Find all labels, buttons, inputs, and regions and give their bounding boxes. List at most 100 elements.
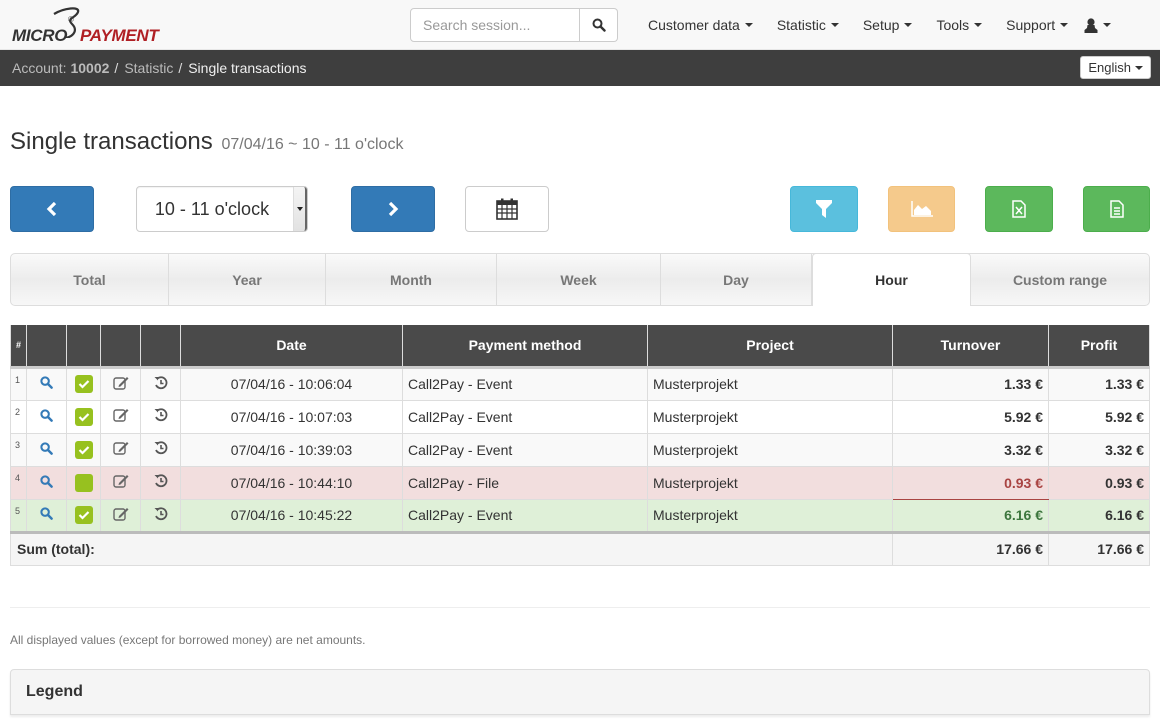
edit-button[interactable] bbox=[100, 432, 141, 467]
row-index: 3 bbox=[10, 432, 27, 467]
tab-hour[interactable]: Hour bbox=[812, 253, 971, 306]
row-checkbox[interactable] bbox=[66, 366, 101, 401]
cell-turnover: 0.93 € bbox=[892, 465, 1049, 500]
cell-turnover: 6.16 € bbox=[892, 498, 1049, 533]
column-header-edit bbox=[100, 325, 141, 369]
history-button[interactable] bbox=[140, 465, 181, 500]
column-header-date[interactable]: Date bbox=[180, 325, 403, 369]
column-header-profit[interactable]: Profit bbox=[1048, 325, 1150, 369]
history-icon bbox=[154, 506, 167, 520]
chart-button[interactable] bbox=[888, 186, 955, 232]
breadcrumb-separator: / bbox=[178, 60, 183, 76]
sum-turnover: 17.66 € bbox=[892, 530, 1049, 566]
next-hour-button[interactable] bbox=[351, 186, 435, 232]
nav-support[interactable]: Support bbox=[994, 0, 1080, 50]
cell-turnover: 5.92 € bbox=[892, 399, 1049, 434]
nav-tools[interactable]: Tools bbox=[924, 0, 994, 50]
legend-panel[interactable]: Legend bbox=[10, 669, 1150, 715]
breadcrumb-account-label: Account: bbox=[12, 60, 67, 76]
cell-date: 07/04/16 - 10:06:04 bbox=[180, 366, 403, 401]
filter-button[interactable] bbox=[790, 186, 858, 232]
column-header-history bbox=[140, 325, 181, 369]
row-checkbox[interactable] bbox=[66, 432, 101, 467]
search-input[interactable] bbox=[410, 8, 580, 42]
edit-button[interactable] bbox=[100, 399, 141, 434]
period-tabs: Total Year Month Week Day Hour Custom ra… bbox=[10, 253, 1150, 306]
edit-button[interactable] bbox=[100, 498, 141, 533]
nav-customer-data[interactable]: Customer data bbox=[636, 0, 765, 50]
column-header-project[interactable]: Project bbox=[647, 325, 893, 369]
cell-turnover: 3.32 € bbox=[892, 432, 1049, 467]
document-icon bbox=[1109, 200, 1124, 218]
breadcrumb-current: Single transactions bbox=[188, 60, 307, 76]
previous-hour-button[interactable] bbox=[10, 186, 94, 232]
checkbox[interactable] bbox=[74, 506, 93, 525]
history-button[interactable] bbox=[140, 498, 181, 533]
search-icon bbox=[40, 408, 53, 422]
calendar-icon bbox=[496, 198, 518, 220]
tab-day[interactable]: Day bbox=[661, 254, 812, 305]
edit-button[interactable] bbox=[100, 465, 141, 500]
caret-down-icon bbox=[1103, 23, 1112, 27]
details-button[interactable] bbox=[26, 432, 67, 467]
search-button[interactable] bbox=[580, 8, 618, 42]
cell-payment-method: Call2Pay - Event bbox=[402, 366, 648, 401]
column-header-payment-method[interactable]: Payment method bbox=[402, 325, 648, 369]
checkbox[interactable] bbox=[74, 407, 93, 426]
details-button[interactable] bbox=[26, 399, 67, 434]
checkmark-icon bbox=[78, 412, 89, 422]
edit-icon bbox=[112, 409, 128, 422]
cell-payment-method: Call2Pay - Event bbox=[402, 432, 648, 467]
details-button[interactable] bbox=[26, 366, 67, 401]
user-menu[interactable] bbox=[1080, 0, 1123, 50]
details-button[interactable] bbox=[26, 465, 67, 500]
cell-project: Musterprojekt bbox=[647, 399, 893, 434]
row-checkbox[interactable] bbox=[66, 498, 101, 533]
language-select[interactable]: English bbox=[1080, 56, 1151, 79]
nav-label: Setup bbox=[862, 17, 900, 33]
breadcrumb-statistic[interactable]: Statistic bbox=[124, 60, 173, 76]
tab-month[interactable]: Month bbox=[326, 254, 497, 305]
edit-icon bbox=[112, 475, 128, 488]
checkbox[interactable] bbox=[74, 375, 93, 394]
cell-project: Musterprojekt bbox=[647, 498, 893, 533]
tab-total[interactable]: Total bbox=[11, 254, 169, 305]
nav-setup[interactable]: Setup bbox=[851, 0, 925, 50]
row-index: 2 bbox=[10, 399, 27, 434]
nav-statistic[interactable]: Statistic bbox=[765, 0, 851, 50]
cell-turnover: 1.33 € bbox=[892, 366, 1049, 401]
column-header-turnover[interactable]: Turnover bbox=[892, 325, 1049, 369]
caret-down-icon bbox=[744, 23, 753, 27]
breadcrumb-account-number[interactable]: 10002 bbox=[70, 60, 109, 76]
checkmark-icon bbox=[78, 445, 89, 455]
export-pdf-button[interactable] bbox=[1083, 186, 1150, 232]
cell-payment-method: Call2Pay - Event bbox=[402, 399, 648, 434]
search-icon bbox=[592, 18, 606, 32]
row-checkbox[interactable] bbox=[66, 399, 101, 434]
edit-button[interactable] bbox=[100, 366, 141, 401]
history-icon bbox=[154, 408, 167, 422]
cell-profit: 6.16 € bbox=[1048, 498, 1150, 533]
micropayment-logo[interactable]: ® MICRO PAYMENT bbox=[12, 6, 162, 46]
row-index: 5 bbox=[10, 498, 27, 533]
export-excel-button[interactable] bbox=[985, 186, 1053, 232]
row-index: 1 bbox=[10, 366, 27, 401]
sum-profit: 17.66 € bbox=[1048, 530, 1150, 566]
details-button[interactable] bbox=[26, 498, 67, 533]
tab-year[interactable]: Year bbox=[169, 254, 326, 305]
table-row: 2 07/04/16 - 10:07:03 Call2Pay - Event Must… bbox=[10, 399, 1150, 434]
row-checkbox[interactable] bbox=[66, 465, 101, 500]
tab-week[interactable]: Week bbox=[497, 254, 661, 305]
history-icon bbox=[154, 441, 167, 455]
checkbox[interactable] bbox=[74, 473, 93, 492]
calendar-button[interactable] bbox=[465, 186, 549, 232]
transactions-table: # Date Payment method Project Turnover P… bbox=[10, 325, 1150, 566]
hour-select[interactable]: 10 - 11 o'clock bbox=[136, 186, 308, 232]
history-button[interactable] bbox=[140, 432, 181, 467]
checkbox[interactable] bbox=[74, 440, 93, 459]
user-icon bbox=[1084, 17, 1098, 33]
history-button[interactable] bbox=[140, 366, 181, 401]
history-button[interactable] bbox=[140, 399, 181, 434]
tab-custom-range[interactable]: Custom range bbox=[971, 254, 1149, 305]
registered-mark: ® bbox=[68, 15, 74, 24]
